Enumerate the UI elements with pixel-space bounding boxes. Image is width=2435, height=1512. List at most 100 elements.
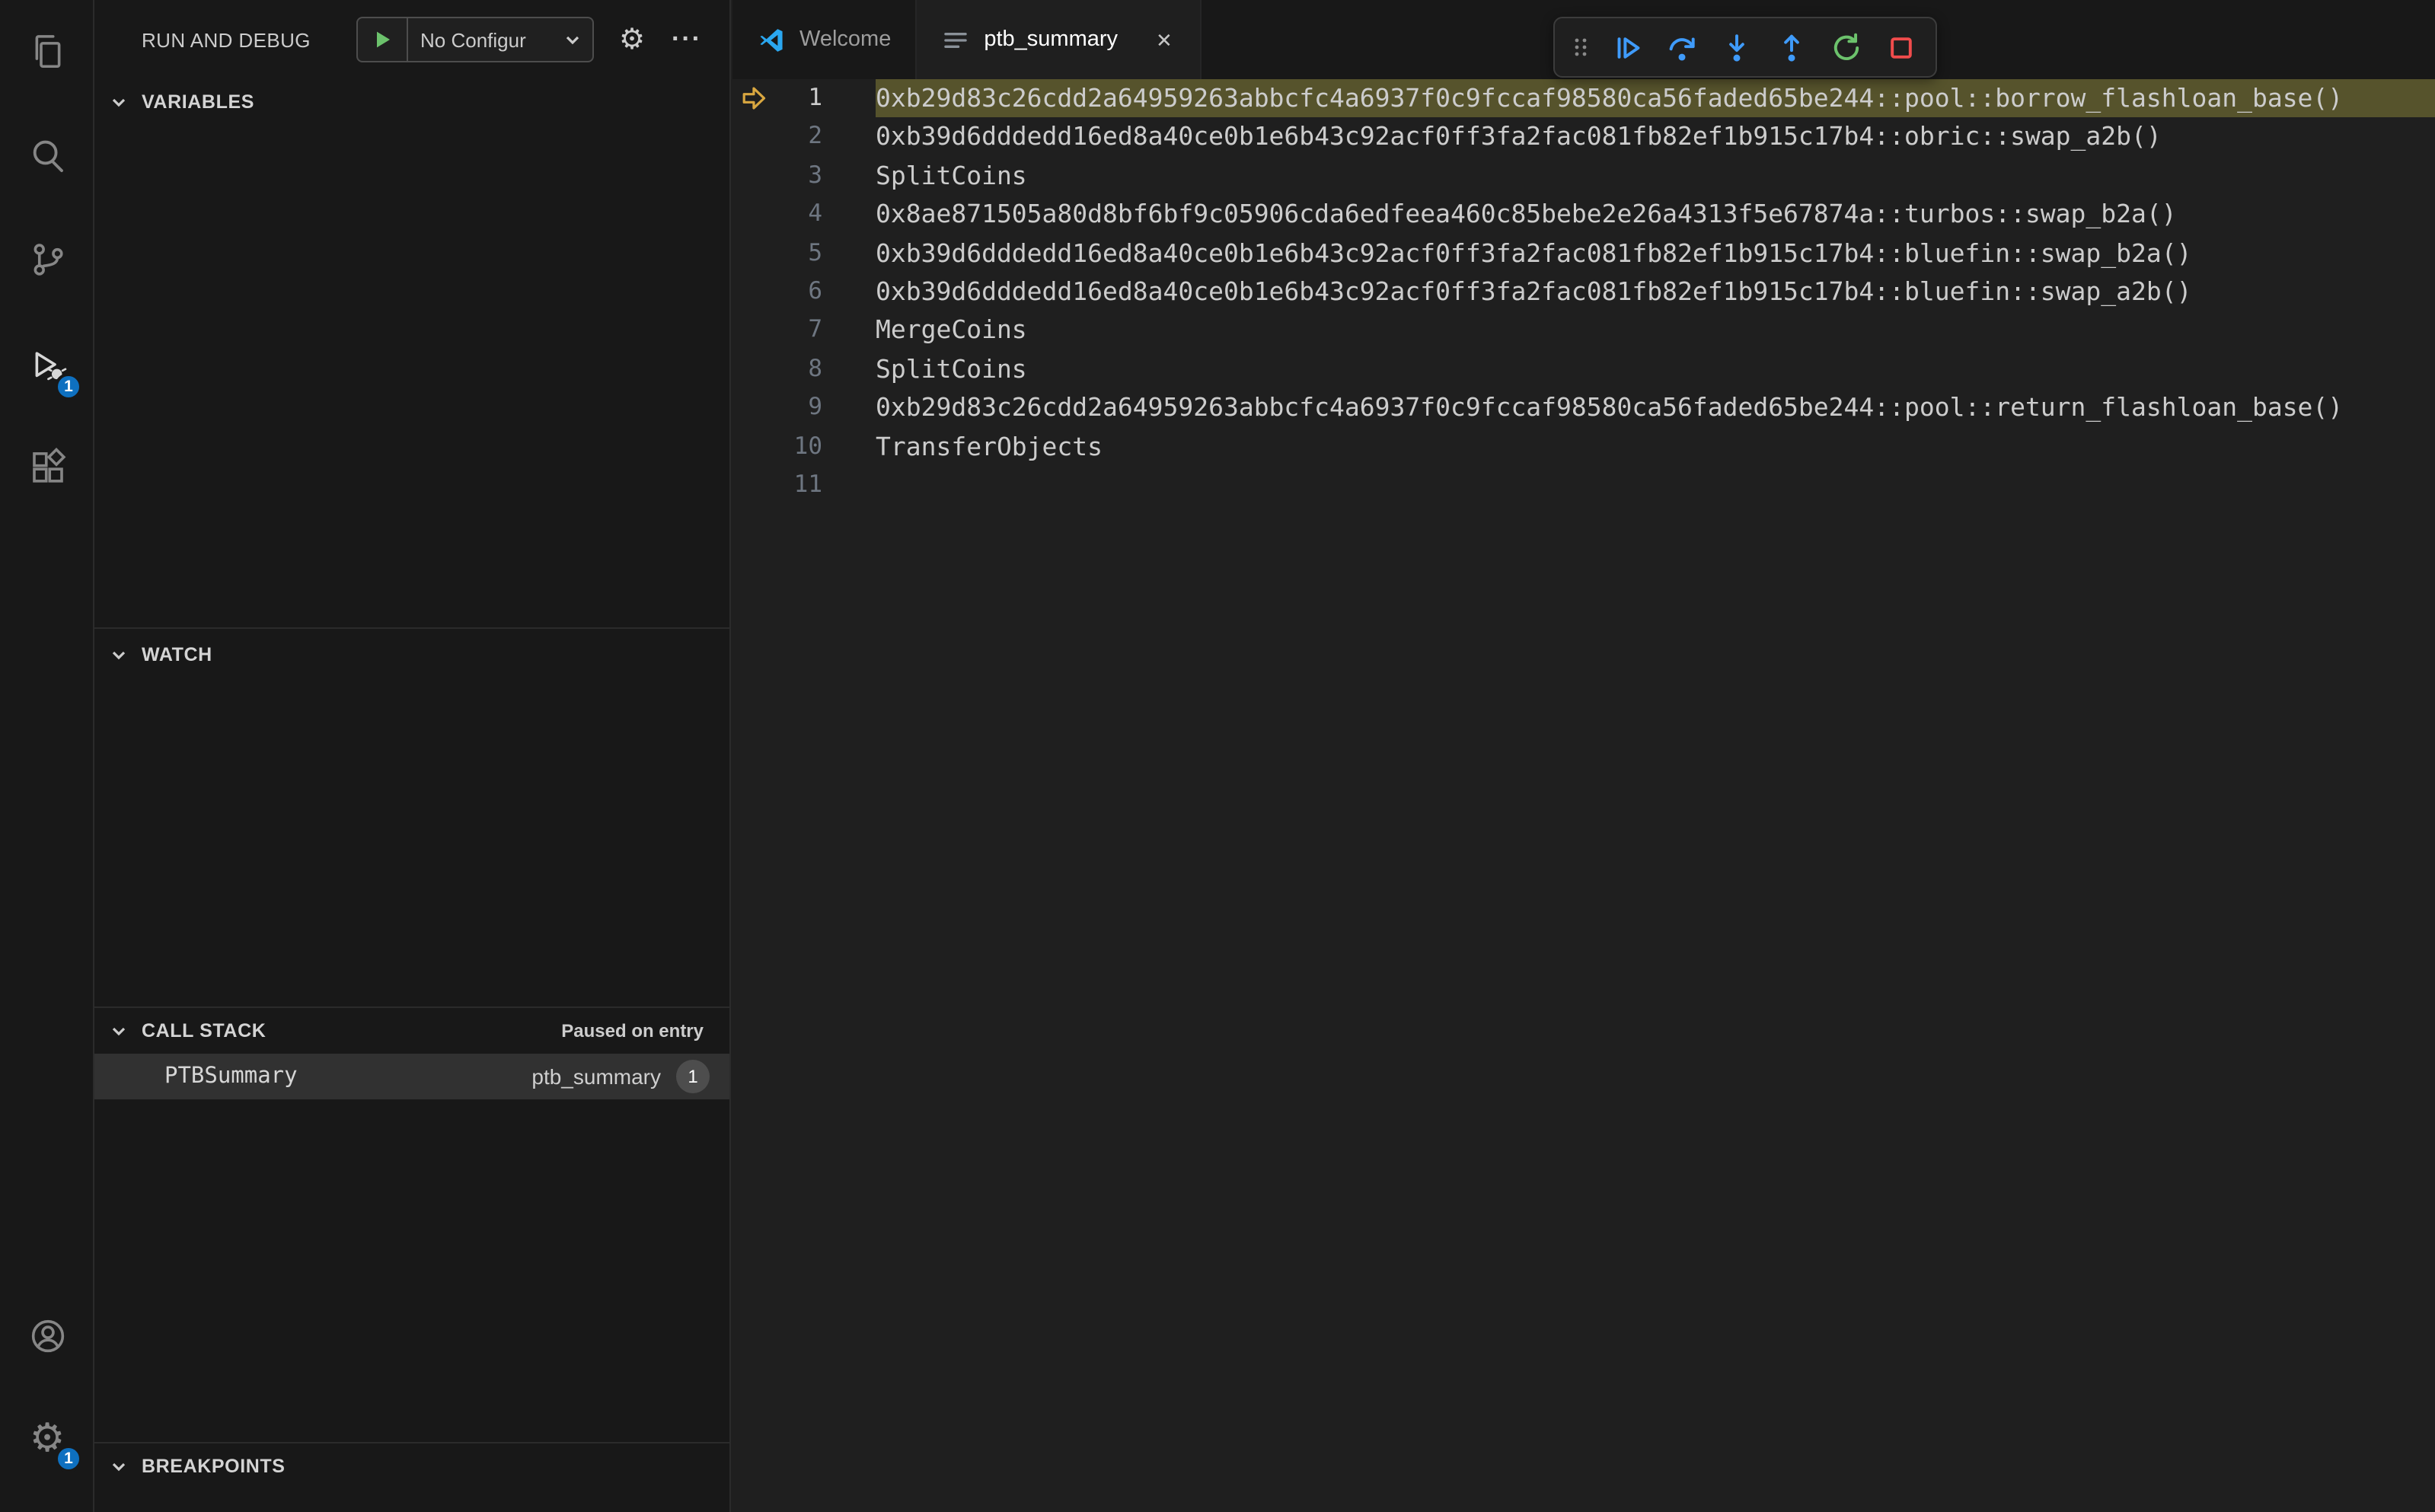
tab-ptb-summary[interactable]: ptb_summary ✕ — [917, 0, 1202, 79]
gutter[interactable]: 4 — [732, 195, 876, 234]
code-text: MergeCoins — [876, 315, 1027, 345]
code-line[interactable]: 9 0xb29d83c26cdd2a64959263abbcfc4a6937f0… — [732, 388, 2435, 427]
debug-current-line-arrow-icon — [732, 349, 775, 388]
code-line[interactable]: 8 SplitCoins — [732, 349, 2435, 388]
line-number: 9 — [808, 393, 822, 421]
code-line[interactable]: 6 0xb39d6dddedd16ed8a40ce0b1e6b43c92acf0… — [732, 273, 2435, 311]
code-line[interactable]: 2 0xb39d6dddedd16ed8a40ce0b1e6b43c92acf0… — [732, 118, 2435, 157]
gutter[interactable]: 11 — [732, 466, 876, 505]
files-icon — [34, 34, 60, 68]
step-over-button[interactable] — [1655, 23, 1707, 72]
line-number: 3 — [808, 161, 822, 189]
debug-badge: 1 — [55, 373, 82, 400]
debug-settings-gear-icon[interactable]: ⚙ — [612, 0, 652, 79]
account-icon — [30, 1319, 64, 1352]
code-text: 0x8ae871505a80d8bf6bf9c05906cda6edfeea46… — [876, 199, 2177, 229]
start-debug-button[interactable] — [358, 18, 408, 61]
activity-source-control[interactable] — [0, 219, 94, 298]
close-icon[interactable]: ✕ — [1153, 27, 1176, 53]
section-breakpoints[interactable]: BREAKPOINTS — [94, 1448, 729, 1485]
gutter[interactable]: 6 — [732, 273, 876, 311]
code-line[interactable]: 4 0x8ae871505a80d8bf6bf9c05906cda6edfeea… — [732, 195, 2435, 234]
debug-current-line-arrow-icon — [732, 273, 775, 311]
debug-current-line-arrow-icon — [732, 79, 775, 118]
drag-handle[interactable] — [1564, 23, 1597, 72]
step-into-button[interactable] — [1710, 23, 1762, 72]
activity-search[interactable] — [0, 116, 94, 195]
section-watch[interactable]: WATCH — [94, 636, 729, 673]
debug-current-line-arrow-icon — [732, 388, 775, 427]
gutter[interactable]: 3 — [732, 157, 876, 196]
gutter[interactable]: 10 — [732, 427, 876, 466]
debug-current-line-arrow-icon — [732, 195, 775, 234]
line-number: 8 — [808, 354, 822, 382]
code-line[interactable]: 10 TransferObjects — [732, 427, 2435, 466]
chevron-down-icon — [560, 30, 592, 49]
gutter[interactable]: 2 — [732, 118, 876, 157]
call-stack-frame[interactable]: PTBSummary ptb_summary 1 — [94, 1054, 729, 1099]
vscode-logo-icon — [760, 28, 783, 51]
continue-button[interactable] — [1600, 23, 1652, 72]
debug-current-line-arrow-icon — [732, 466, 775, 505]
stop-icon — [1890, 37, 1911, 58]
code-text: 0xb29d83c26cdd2a64959263abbcfc4a6937f0c9… — [876, 393, 2344, 423]
debug-current-line-arrow-icon — [732, 234, 775, 273]
code-line[interactable]: 7 MergeCoins — [732, 311, 2435, 350]
tab-label: Welcome — [799, 27, 892, 52]
gutter[interactable]: 5 — [732, 234, 876, 273]
line-number: 5 — [808, 238, 822, 266]
activity-accounts[interactable] — [0, 1296, 94, 1375]
step-out-icon — [1783, 33, 1798, 61]
step-into-icon — [1728, 33, 1744, 61]
code-line[interactable]: 5 0xb39d6dddedd16ed8a40ce0b1e6b43c92acf0… — [732, 234, 2435, 273]
line-number: 4 — [808, 199, 822, 228]
search-icon — [32, 139, 62, 172]
settings-badge: 1 — [55, 1445, 82, 1472]
gutter[interactable]: 7 — [732, 311, 876, 350]
chevron-down-icon — [108, 1022, 129, 1040]
code-area[interactable]: 1 0xb29d83c26cdd2a64959263abbcfc4a6937f0… — [732, 79, 2435, 1512]
divider — [94, 1442, 729, 1443]
line-number: 6 — [808, 276, 822, 305]
activity-extensions[interactable] — [0, 428, 94, 507]
section-call-stack[interactable]: CALL STACK Paused on entry — [94, 1013, 729, 1049]
code-text: 0xb39d6dddedd16ed8a40ce0b1e6b43c92acf0ff… — [876, 238, 2192, 268]
watch-label: WATCH — [142, 644, 212, 665]
code-line[interactable]: 3 SplitCoins — [732, 157, 2435, 196]
file-list-icon — [944, 32, 968, 47]
debug-current-line-arrow-icon — [732, 157, 775, 196]
source-control-icon — [33, 243, 62, 275]
sidebar-header: RUN AND DEBUG No Configur ⚙ ··· — [94, 0, 729, 79]
step-out-button[interactable] — [1765, 23, 1817, 72]
chevron-down-icon — [108, 646, 129, 664]
debug-config-button[interactable]: No Configur — [356, 17, 594, 62]
activity-settings[interactable]: ⚙ 1 — [0, 1398, 94, 1477]
line-number: 10 — [793, 432, 822, 460]
line-number: 1 — [808, 84, 822, 111]
code-text: SplitCoins — [876, 354, 1027, 384]
activity-explorer[interactable] — [0, 11, 94, 90]
code-text: 0xb39d6dddedd16ed8a40ce0b1e6b43c92acf0ff… — [876, 276, 2192, 306]
chevron-down-icon — [108, 93, 129, 111]
debug-current-line-arrow-icon — [732, 427, 775, 466]
gutter[interactable]: 9 — [732, 388, 876, 427]
gutter[interactable]: 8 — [732, 349, 876, 388]
stop-button[interactable] — [1875, 23, 1926, 72]
chevron-down-icon — [108, 1457, 129, 1475]
code-line[interactable]: 11 — [732, 466, 2435, 505]
tab-welcome[interactable]: Welcome — [732, 0, 918, 79]
grip-dots-icon — [1575, 38, 1587, 56]
restart-icon — [1833, 32, 1859, 59]
restart-button[interactable] — [1820, 23, 1872, 72]
step-over-icon — [1668, 37, 1694, 60]
activity-run-debug[interactable]: 1 — [0, 326, 94, 405]
more-actions-icon[interactable]: ··· — [667, 0, 707, 79]
play-icon — [377, 31, 390, 48]
code-line[interactable]: 1 0xb29d83c26cdd2a64959263abbcfc4a6937f0… — [732, 79, 2435, 118]
paused-status: Paused on entry — [561, 1020, 704, 1041]
breakpoints-label: BREAKPOINTS — [142, 1456, 286, 1477]
section-variables[interactable]: VARIABLES — [94, 84, 729, 120]
gutter[interactable]: 1 — [732, 79, 876, 118]
code-text: TransferObjects — [876, 432, 1103, 461]
